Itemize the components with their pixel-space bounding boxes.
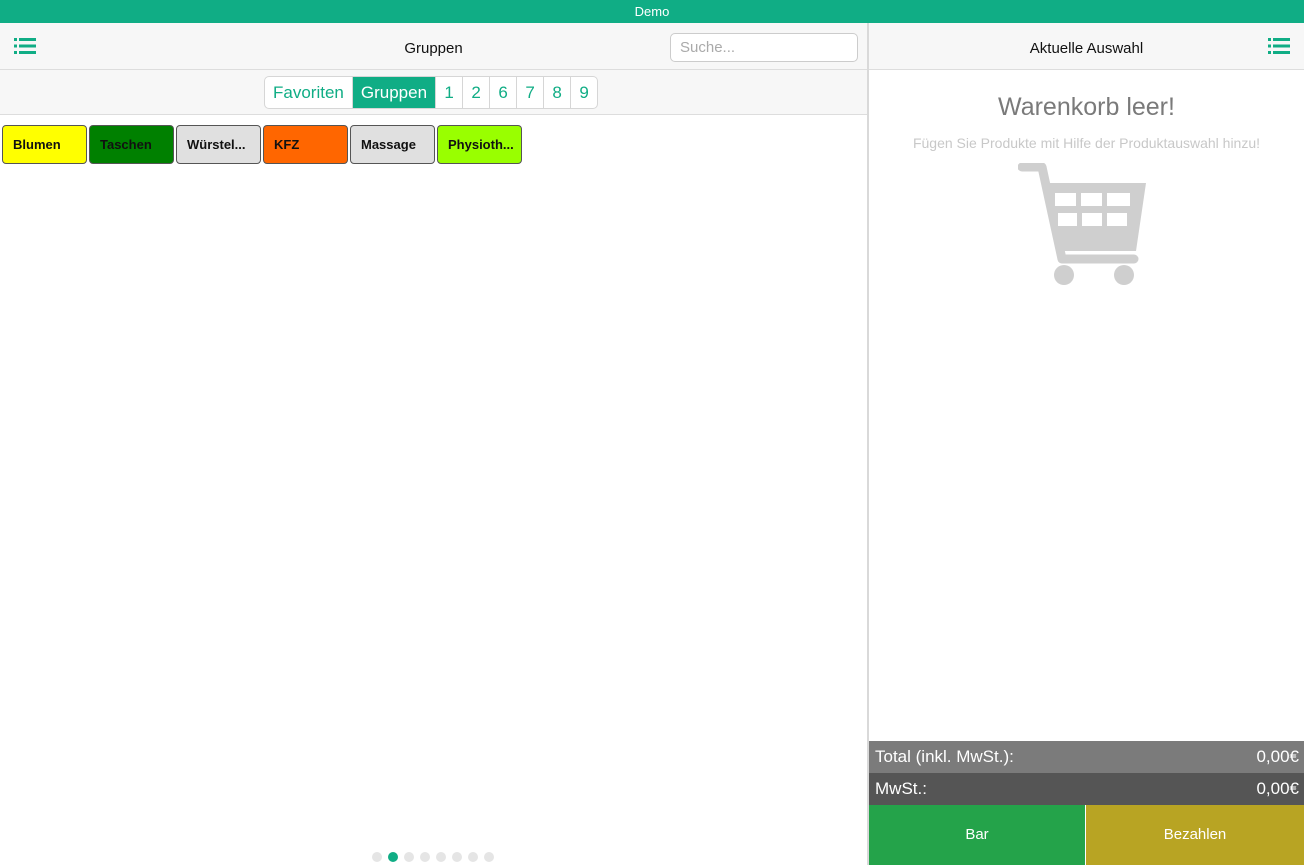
page-dot[interactable] (372, 852, 382, 862)
empty-cart-title: Warenkorb leer! (998, 93, 1175, 121)
group-button[interactable]: Massage (350, 125, 435, 164)
group-button[interactable]: Physioth... (437, 125, 522, 164)
group-button[interactable]: KFZ (263, 125, 348, 164)
tab-2[interactable]: 2 (462, 77, 489, 108)
tab-bar: Favoriten Gruppen 1 2 6 7 8 9 (0, 70, 867, 115)
pay-button[interactable]: Bezahlen (1086, 805, 1304, 865)
total-value: 0,00€ (1256, 747, 1299, 766)
tab-gruppen[interactable]: Gruppen (351, 77, 436, 108)
list-menu-icon[interactable] (14, 37, 36, 55)
list-menu-icon[interactable] (1268, 37, 1290, 55)
search-input[interactable] (670, 33, 858, 62)
page-dot[interactable] (388, 852, 398, 862)
segmented-control: Favoriten Gruppen 1 2 6 7 8 9 (264, 76, 599, 109)
page-dot[interactable] (420, 852, 430, 862)
tab-9[interactable]: 9 (570, 77, 597, 108)
total-label: Total (inkl. MwSt.): (875, 747, 1014, 766)
tab-7[interactable]: 7 (516, 77, 543, 108)
group-button[interactable]: Blumen (2, 125, 87, 164)
page-indicator (372, 852, 500, 862)
shopping-cart-icon (1017, 162, 1154, 289)
cart-title: Aktuelle Auswahl (1029, 40, 1144, 57)
left-header: Gruppen (0, 23, 867, 70)
page-dot[interactable] (436, 852, 446, 862)
tab-favoriten[interactable]: Favoriten (265, 77, 352, 108)
page-dot[interactable] (484, 852, 494, 862)
total-row: Total (inkl. MwSt.): 0,00€ (869, 741, 1304, 773)
empty-cart-subtitle: Fügen Sie Produkte mit Hilfe der Produkt… (912, 135, 1261, 151)
tax-value: 0,00€ (1256, 779, 1299, 798)
right-header: Aktuelle Auswahl (869, 23, 1304, 70)
page-dot[interactable] (404, 852, 414, 862)
tab-6[interactable]: 6 (489, 77, 516, 108)
tab-8[interactable]: 8 (543, 77, 570, 108)
group-button[interactable]: Taschen (89, 125, 174, 164)
tax-row: MwSt.: 0,00€ (869, 773, 1304, 805)
group-list: Blumen Taschen Würstel... KFZ Massage Physiot… (2, 125, 524, 164)
tax-label: MwSt.: (875, 779, 927, 798)
product-panel: Gruppen FavoritenGruppen126789 BlumenTas… (0, 23, 867, 865)
window-title: Demo (0, 0, 1304, 23)
page-dot[interactable] (452, 852, 462, 862)
page-dot[interactable] (468, 852, 478, 862)
cart-panel: Aktuelle Auswahl Warenkorb leer! Fügen S… (869, 23, 1304, 865)
cash-payment-button[interactable]: Bar (869, 805, 1085, 865)
group-button[interactable]: Würstel... (176, 125, 261, 164)
tab-1[interactable]: 1 (435, 77, 462, 108)
